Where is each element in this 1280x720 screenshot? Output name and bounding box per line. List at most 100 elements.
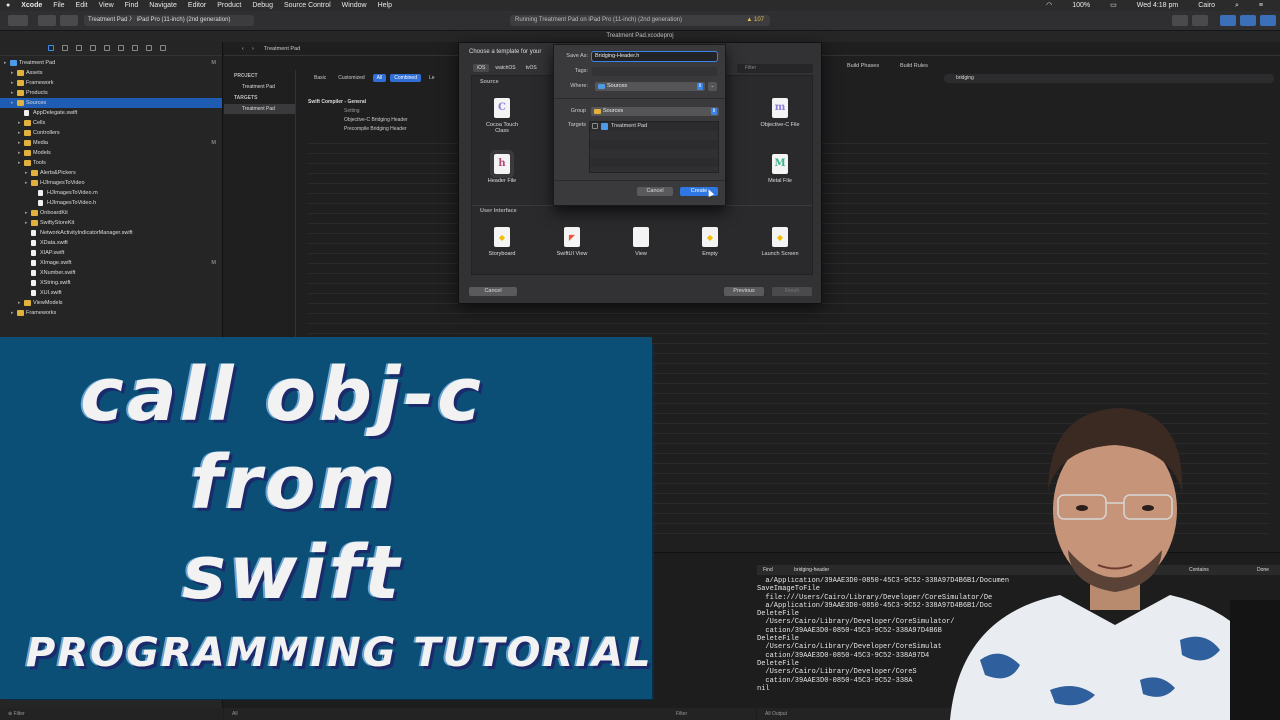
menu-editor[interactable]: Editor [188, 0, 206, 11]
disclosure-triangle-icon[interactable]: ▸ [4, 58, 7, 68]
debug-toggle-icon[interactable] [1240, 15, 1256, 26]
find-mode[interactable]: Find [763, 567, 773, 573]
disclosure-triangle-icon[interactable]: ▸ [18, 298, 21, 308]
disclosure-triangle-icon[interactable]: ▸ [18, 128, 21, 138]
disclosure-triangle-icon[interactable]: ▸ [11, 68, 14, 78]
navigator-item[interactable]: ▸ Assets [0, 68, 222, 78]
navigator-item[interactable]: ▸ Media M [0, 138, 222, 148]
disclosure-triangle-icon[interactable]: ▸ [25, 178, 28, 188]
expand-button[interactable]: ⌄ [708, 82, 717, 91]
previous-button[interactable]: Previous [724, 287, 764, 296]
disclosure-triangle-icon[interactable]: ▸ [25, 208, 28, 218]
apple-icon[interactable]: ● [6, 0, 10, 11]
code-review-button[interactable] [1192, 15, 1208, 26]
project-item[interactable]: Treatment Pad [224, 82, 295, 92]
navigator-item[interactable]: NetworkActivityIndicatorManager.swift [0, 228, 222, 238]
target-item[interactable]: Treatment Pad [224, 104, 295, 114]
menu-list-icon[interactable]: ≡ [1259, 0, 1263, 11]
navigator-item[interactable]: ▸ Controllers [0, 128, 222, 138]
spotlight-icon[interactable]: ⌕ [1235, 0, 1239, 11]
tab-build-rules[interactable]: Build Rules [900, 63, 928, 69]
menu-product[interactable]: Product [217, 0, 241, 11]
navigator-item[interactable]: ▸ SwiftyStoreKit [0, 218, 222, 228]
symbol-icon[interactable] [76, 45, 82, 51]
disclosure-triangle-icon[interactable]: ▸ [11, 78, 14, 88]
tab-customized[interactable]: Customized [334, 74, 368, 82]
console-find-input[interactable]: bridging-header [794, 567, 829, 573]
sidebar-toggle-icon[interactable] [8, 15, 28, 26]
source-control-icon[interactable] [62, 45, 68, 51]
template-empty[interactable]: ◆ Empty [680, 227, 740, 257]
disclosure-triangle-icon[interactable]: ▸ [11, 88, 14, 98]
navigator-item[interactable]: XString.swift [0, 278, 222, 288]
back-arrow-icon[interactable]: ‹ [242, 42, 244, 56]
navigator-item[interactable]: HJImagesToVideo.m [0, 188, 222, 198]
search-icon[interactable] [90, 45, 96, 51]
template-storyboard[interactable]: ◆ Storyboard [472, 227, 532, 257]
navigator-item[interactable]: ▸ Frameworks [0, 308, 222, 318]
menu-navigate[interactable]: Navigate [149, 0, 177, 11]
template-objective-c-file[interactable]: m Objective-C File [750, 98, 810, 128]
navigator-item[interactable]: HJImagesToVideo.h [0, 198, 222, 208]
tab-combined[interactable]: Combined [390, 74, 421, 82]
navigator-item[interactable]: ▸ HJImagesToVideo [0, 178, 222, 188]
disclosure-triangle-icon[interactable]: ▸ [25, 168, 28, 178]
navigator-item[interactable]: ▸ Tools [0, 158, 222, 168]
forward-arrow-icon[interactable]: › [252, 42, 254, 56]
navigator-item[interactable]: ▸ Products [0, 88, 222, 98]
finish-button[interactable]: Finish [772, 287, 812, 296]
disclosure-triangle-icon[interactable]: ▸ [18, 118, 21, 128]
template-cocoa-touch-class[interactable]: C Cocoa Touch Class [472, 98, 532, 134]
navigator-filter[interactable]: ⊕ Filter [0, 708, 223, 720]
build-settings-search[interactable]: bridging [944, 74, 1274, 83]
disclosure-triangle-icon[interactable]: ▸ [18, 138, 21, 148]
menu-window[interactable]: Window [342, 0, 367, 11]
navigator-item[interactable]: ▸ Cells [0, 118, 222, 128]
wifi-icon[interactable]: ◠ [1046, 0, 1052, 11]
tab-build-phases[interactable]: Build Phases [847, 63, 879, 69]
navigator-item[interactable]: ▸ ViewModels [0, 298, 222, 308]
navigator-item[interactable]: XImage.swift M [0, 258, 222, 268]
breakpoint-icon[interactable] [146, 45, 152, 51]
dialog-cancel-button[interactable]: Cancel [469, 287, 517, 296]
report-icon[interactable] [160, 45, 166, 51]
navigator-item[interactable]: XNumber.swift [0, 268, 222, 278]
issue-icon[interactable] [104, 45, 110, 51]
scheme-selector[interactable]: Treatment Pad 〉 iPad Pro (11-inch) (2nd … [84, 15, 254, 26]
disclosure-triangle-icon[interactable]: ▸ [11, 308, 14, 318]
menu-user[interactable]: Cairo [1198, 0, 1215, 11]
template-header-file[interactable]: h Header File [472, 154, 532, 184]
navigator-item[interactable]: AppDelegate.swift [0, 108, 222, 118]
variables-filter-field[interactable]: Filter [668, 708, 756, 720]
tags-input[interactable] [592, 67, 717, 76]
menu-view[interactable]: View [99, 0, 114, 11]
settings-section-title[interactable]: Swift Compiler - General [308, 98, 408, 107]
menu-help[interactable]: Help [378, 0, 392, 11]
navigator-item[interactable]: XUI.swift [0, 288, 222, 298]
tab-ios[interactable]: iOS [473, 64, 490, 72]
template-view[interactable]: View [611, 227, 671, 257]
where-popup[interactable]: Sources ⇕ [595, 82, 705, 91]
folder-icon[interactable] [48, 45, 54, 51]
settings-row[interactable]: Objective-C Bridging Header [308, 116, 408, 125]
sheet-cancel-button[interactable]: Cancel [637, 187, 673, 196]
settings-row[interactable]: Precompile Bridging Header [308, 125, 408, 134]
template-filter-input[interactable]: Filter [737, 64, 813, 73]
menu-find[interactable]: Find [125, 0, 139, 11]
disclosure-triangle-icon[interactable]: ▸ [18, 148, 21, 158]
template-launch-screen[interactable]: ◆ Launch Screen [750, 227, 810, 257]
tab-basic[interactable]: Basic [310, 74, 330, 82]
template-swiftui-view[interactable]: ◤ SwiftUI View [542, 227, 602, 257]
tab-tvos[interactable]: tvOS [522, 64, 541, 72]
tab-all[interactable]: All [372, 74, 387, 82]
save-as-input[interactable]: Bridging-Header.h [591, 51, 718, 62]
test-icon[interactable] [118, 45, 124, 51]
target-name[interactable]: Treatment Pad [611, 122, 647, 131]
disclosure-triangle-icon[interactable]: ▸ [25, 218, 28, 228]
inspector-toggle-icon[interactable] [1260, 15, 1276, 26]
navigator-item[interactable]: ▸ Models [0, 148, 222, 158]
menu-app-name[interactable]: Xcode [21, 0, 42, 11]
target-checkbox[interactable] [592, 123, 598, 129]
disclosure-triangle-icon[interactable]: ▸ [11, 98, 14, 108]
navigator-item[interactable]: XData.swift [0, 238, 222, 248]
